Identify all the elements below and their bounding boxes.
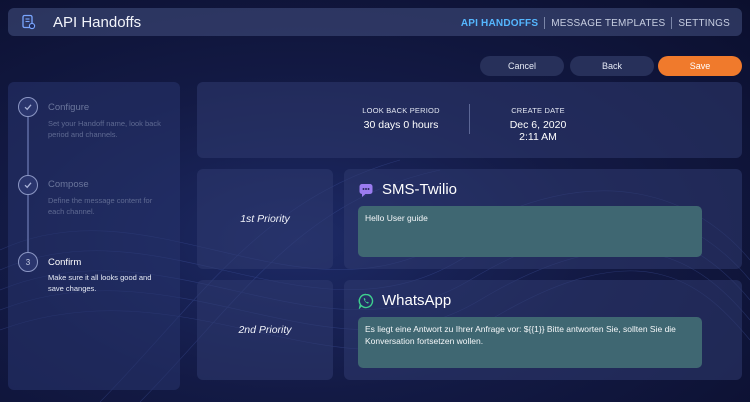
cancel-button[interactable]: Cancel (480, 56, 564, 76)
step-title: Compose (48, 179, 89, 190)
message-preview[interactable]: Hello User guide (358, 206, 702, 257)
look-back-period: LOOK BACK PERIOD 30 days 0 hours (357, 106, 445, 131)
channel-name: SMS-Twilio (382, 181, 458, 198)
channel-name: WhatsApp (382, 292, 452, 309)
back-button[interactable]: Back (570, 56, 654, 76)
check-icon (18, 97, 38, 117)
look-back-label: LOOK BACK PERIOD (362, 106, 440, 115)
handoff-summary-card: LOOK BACK PERIOD 30 days 0 hours CREATE … (197, 82, 742, 158)
step-title: Confirm (48, 257, 82, 268)
priority-label-card: 2nd Priority (197, 280, 333, 380)
step-description: Define the message content for each chan… (48, 196, 153, 216)
app-header: API Handoffs API HANDOFFS MESSAGE TEMPLA… (8, 8, 742, 36)
top-nav: API HANDOFFS MESSAGE TEMPLATES SETTINGS (455, 17, 736, 29)
summary-divider (469, 104, 470, 134)
create-time-value: 2:11 AM (519, 131, 557, 143)
channel-header: WhatsApp (358, 292, 451, 309)
channel-header: SMS-Twilio (358, 181, 457, 198)
create-date-value: Dec 6, 2020 (509, 119, 567, 131)
tab-api-handoffs[interactable]: API HANDOFFS (455, 18, 544, 29)
priority-label: 1st Priority (240, 213, 290, 225)
whatsapp-icon (358, 293, 374, 309)
save-button[interactable]: Save (658, 56, 742, 76)
check-icon (18, 175, 38, 195)
step-description: Set your Handoff name, look back period … (48, 119, 161, 139)
create-date-label: CREATE DATE (511, 106, 565, 115)
step-number: 3 (18, 252, 38, 272)
handoff-document-icon (22, 14, 36, 30)
page-title: API Handoffs (53, 14, 142, 31)
channel-card-whatsapp: WhatsApp Es liegt eine Antwort zu Ihrer … (344, 280, 742, 380)
priority-label: 2nd Priority (238, 324, 292, 336)
create-date: CREATE DATE Dec 6, 2020 2:11 AM (495, 106, 581, 143)
wizard-stepper: Configure Set your Handoff name, look ba… (8, 82, 180, 390)
channel-card-sms: SMS-Twilio Hello User guide (344, 169, 742, 269)
message-preview[interactable]: Es liegt eine Antwort zu Ihrer Anfrage v… (358, 317, 702, 368)
step-description: Make sure it all looks good and save cha… (48, 273, 152, 293)
step-title: Configure (48, 102, 90, 113)
sms-chat-icon (359, 183, 373, 197)
look-back-value: 30 days 0 hours (363, 119, 439, 131)
tab-message-templates[interactable]: MESSAGE TEMPLATES (545, 18, 671, 29)
tab-settings[interactable]: SETTINGS (672, 18, 736, 29)
priority-label-card: 1st Priority (197, 169, 333, 269)
